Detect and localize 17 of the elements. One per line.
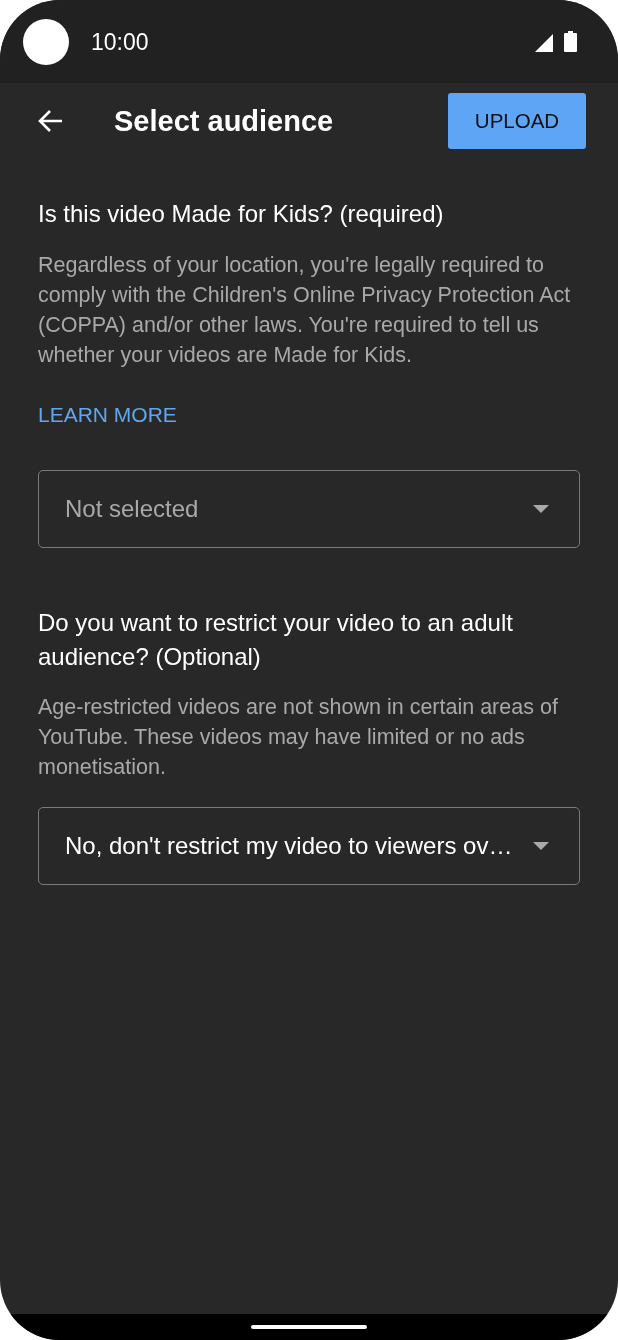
signal-icon (535, 33, 553, 52)
back-button[interactable] (38, 109, 63, 133)
learn-more-link[interactable]: LEARN MORE (38, 400, 177, 430)
question-description: Age-restricted videos are not shown in certain areas of YouTube. These videos may have limited or no ads monetisation. (38, 694, 559, 781)
audience-dropdown[interactable]: Not selected (38, 470, 580, 548)
battery-icon (564, 31, 577, 52)
audience-dropdown[interactable]: No, don't restrict my video to viewers ov… (38, 807, 580, 885)
question-description: Regardless of your location, you're legally required to comply with the Children's Online Privacy Protection Act (COPPA) and/or other laws. You're required to tell us whether your videos are Made for Kids. (38, 252, 572, 369)
upload-button[interactable]: UPLOAD (448, 93, 586, 149)
caret-icon (533, 505, 549, 513)
question-heading: Is this video Made for Kids? (required) (38, 199, 445, 229)
circle-icon (23, 18, 69, 65)
back-arrow-icon (38, 109, 63, 133)
page-title: Select audience (114, 104, 334, 138)
question-heading: Do you want to restrict your video to an adult audience? (Optional) (38, 608, 514, 672)
status-time: 10:00 (91, 28, 149, 55)
caret-icon (533, 842, 549, 850)
